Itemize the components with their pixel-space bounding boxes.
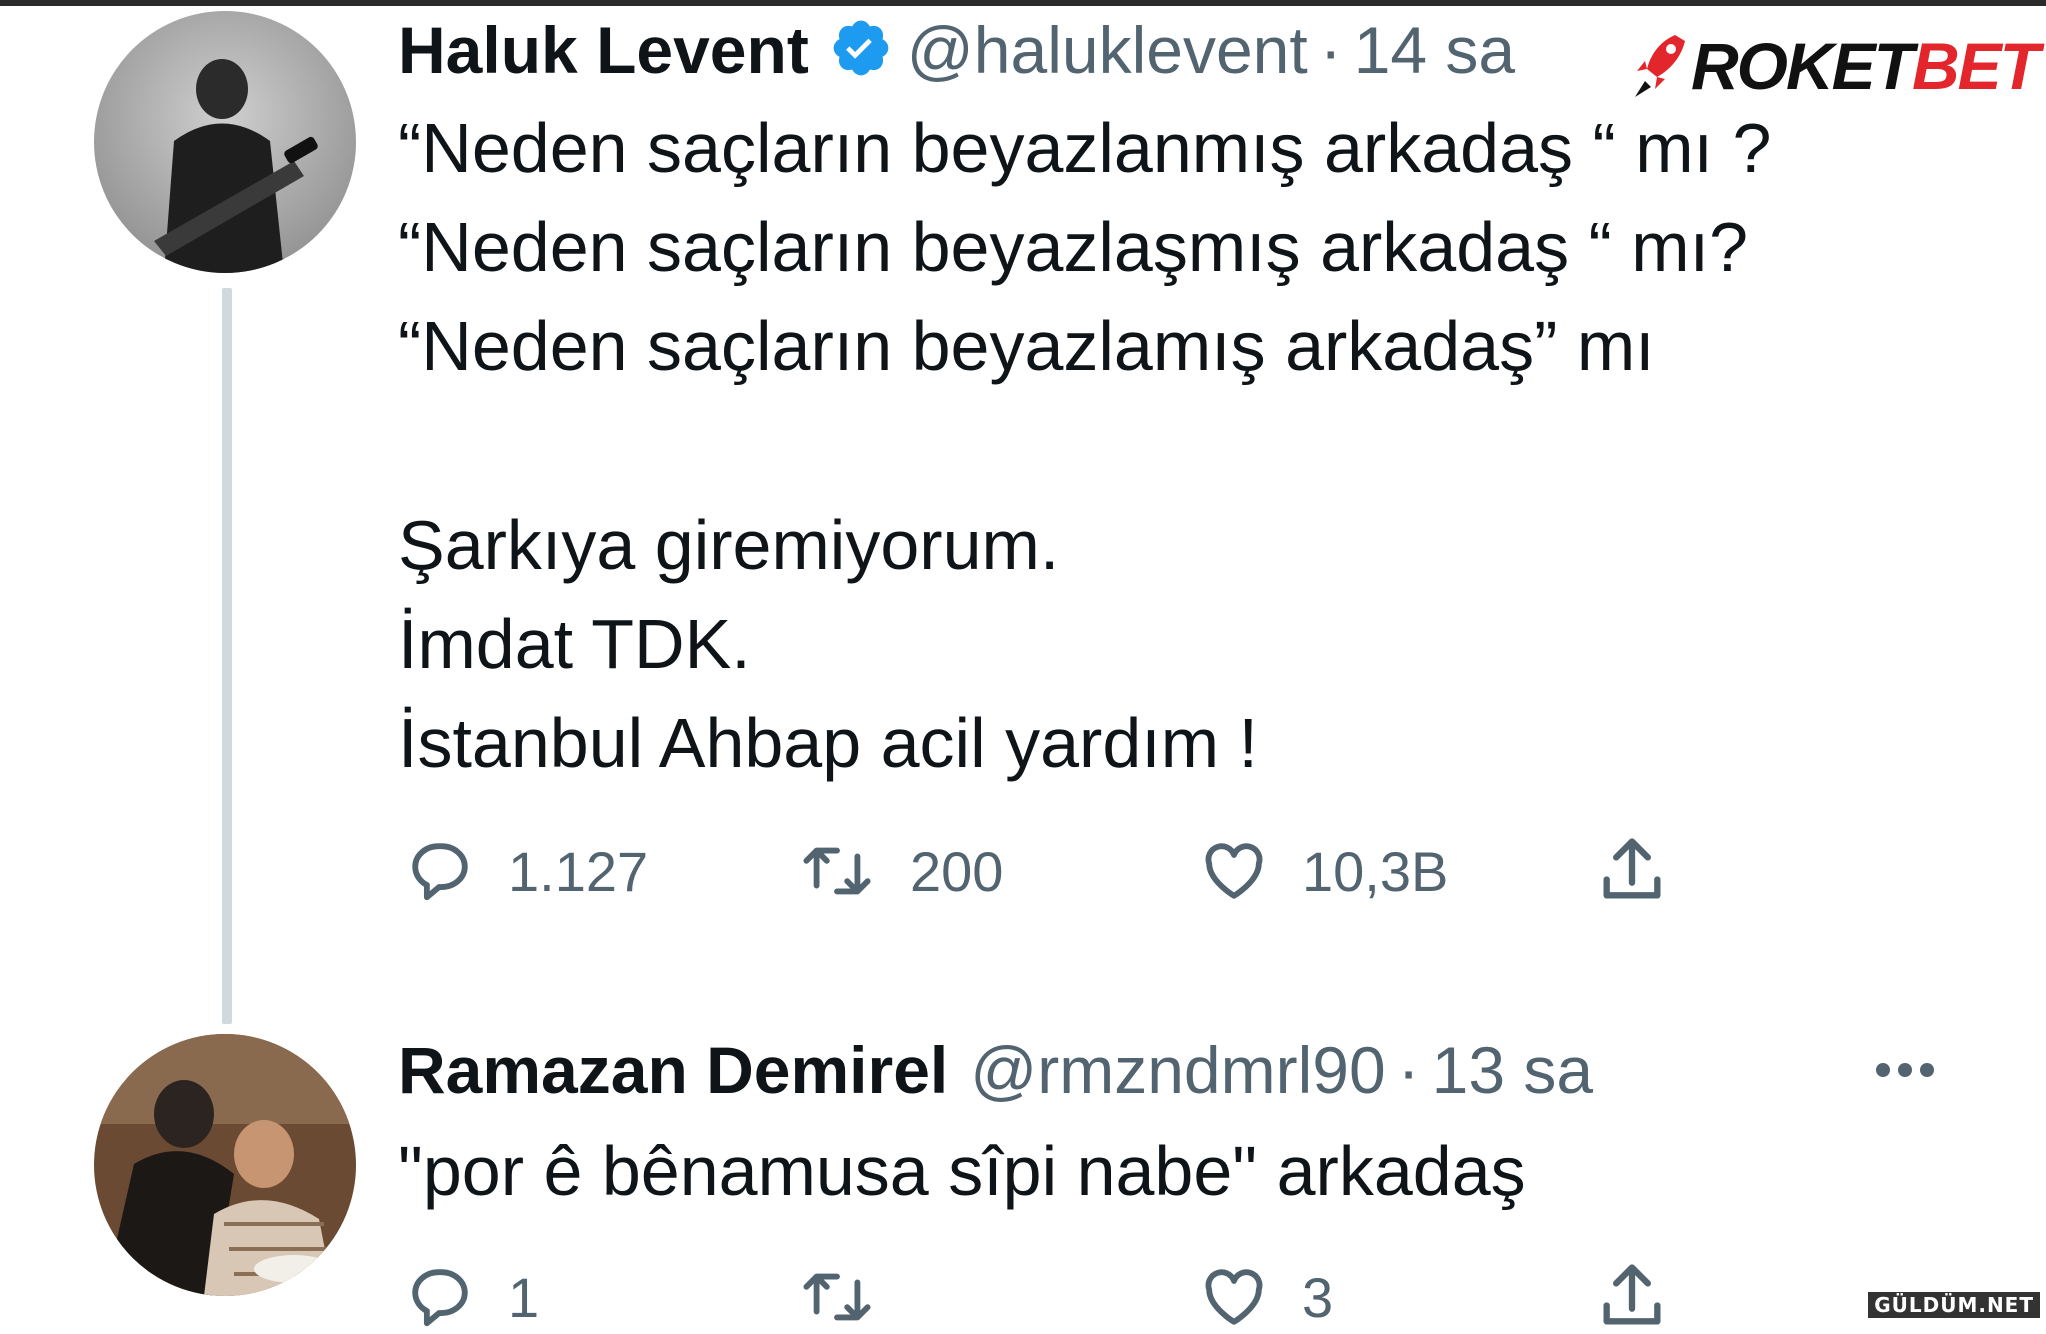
thread-connector <box>222 288 232 1024</box>
share-icon <box>1603 1264 1661 1325</box>
like-button[interactable]: 10,3B <box>1194 836 1448 906</box>
reply-icon <box>412 843 468 901</box>
top-border <box>0 0 2046 6</box>
profile-photo <box>94 1034 356 1296</box>
tweet-text-line: “Neden saçların beyazlaşmış arkadaş “ mı… <box>398 208 1748 286</box>
like-button[interactable]: 3 <box>1194 1262 1333 1332</box>
handle[interactable]: @rmzndmrl90 <box>970 1032 1385 1108</box>
like-count: 10,3B <box>1302 839 1449 903</box>
reply-icon <box>412 1269 468 1327</box>
tweet-text-line: Şarkıya giremiyorum. <box>398 506 1060 584</box>
separator-dot: · <box>1397 1033 1420 1107</box>
display-name[interactable]: Ramazan Demirel <box>398 1032 948 1108</box>
reply-button[interactable]: 1.127 <box>400 836 648 906</box>
like-icon <box>1205 1269 1263 1325</box>
tweet-text-line: “Neden saçların beyazlamış arkadaş” mı <box>398 307 1655 385</box>
timestamp[interactable]: 14 sa <box>1354 12 1515 88</box>
avatar-haluk-levent[interactable] <box>94 11 356 273</box>
display-name[interactable]: Haluk Levent <box>398 12 809 88</box>
retweet-icon <box>803 1273 871 1321</box>
share-icon <box>1603 838 1661 899</box>
verified-badge-icon <box>829 16 893 85</box>
avatar-ramazan-demirel[interactable] <box>94 1034 356 1296</box>
tweet-text-line: İstanbul Ahbap acil yardım ! <box>398 704 1258 782</box>
tweet-text-line: "por ê bênamusa sîpi nabe" arkadaş <box>398 1132 1526 1210</box>
retweet-icon <box>803 847 871 895</box>
more-options-icon[interactable] <box>1876 1063 1934 1077</box>
profile-photo <box>94 11 356 273</box>
site-watermark: GÜLDÜM.NET <box>1868 1292 2040 1318</box>
timestamp[interactable]: 13 sa <box>1432 1032 1593 1108</box>
tweet-header: Haluk Levent @haluklevent · 14 sa <box>398 10 1515 90</box>
logo-text: ROKETBET <box>1691 29 2040 103</box>
retweet-button[interactable]: 200 <box>792 836 1003 906</box>
share-button[interactable] <box>1594 832 1670 908</box>
tweet-text-line: İmdat TDK. <box>398 605 751 683</box>
rocket-icon <box>1635 35 1685 97</box>
handle[interactable]: @haluklevent <box>907 12 1308 88</box>
reply-count: 1.127 <box>508 839 649 903</box>
roketbet-logo: ROKETBET <box>1631 28 2040 104</box>
separator-dot: · <box>1319 13 1342 87</box>
retweet-count: 200 <box>910 839 1004 903</box>
retweet-button[interactable] <box>792 1262 882 1332</box>
share-button[interactable] <box>1594 1258 1670 1334</box>
tweet-header: Ramazan Demirel @rmzndmrl90 · 13 sa <box>398 1030 1593 1110</box>
like-icon <box>1205 843 1263 899</box>
reply-button[interactable]: 1 <box>400 1262 539 1332</box>
tweet-text-line: “Neden saçların beyazlanmış arkadaş “ mı… <box>398 109 1772 187</box>
